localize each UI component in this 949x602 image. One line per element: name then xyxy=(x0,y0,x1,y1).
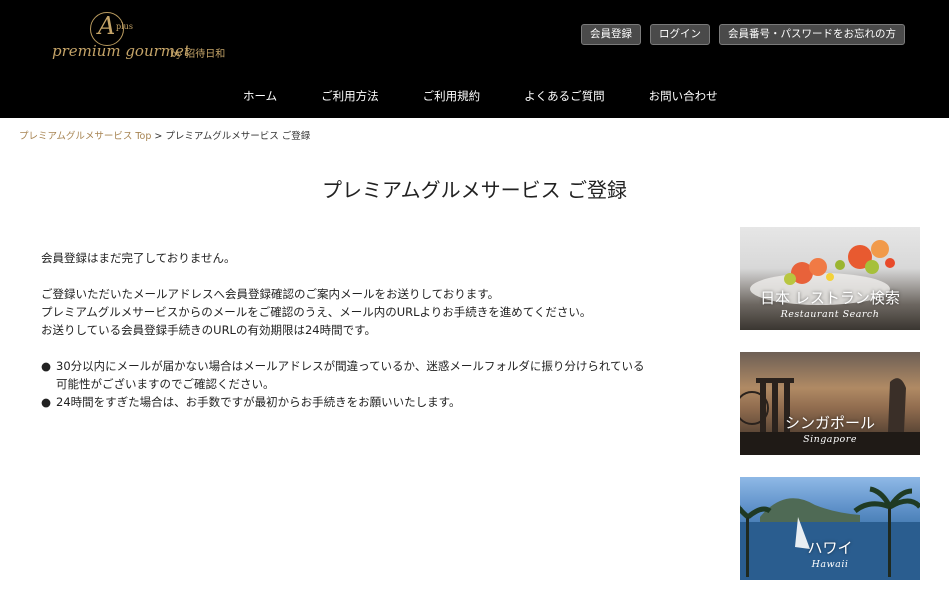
breadcrumb-separator: > xyxy=(154,131,163,142)
bullet-dot: ● xyxy=(41,359,52,373)
site-logo[interactable]: A plus premium gourmet by 招待日和 xyxy=(52,10,242,68)
info-line-1: ご登録いただいたメールアドレスへ会員登録確認のご案内メールをお送りしております。 xyxy=(41,287,500,301)
banner-subtitle: Singapore xyxy=(803,434,857,445)
header-buttons: 会員登録 ログイン 会員番号・パスワードをお忘れの方 xyxy=(581,24,905,45)
note-item: ● 30分以内にメールが届かない場合はメールアドレスが間違っているか、迷惑メール… xyxy=(41,357,701,393)
note-text-1: 30分以内にメールが届かない場合はメールアドレスが間違っているか、迷惑メールフォ… xyxy=(56,357,644,393)
logo-mark: A xyxy=(98,12,116,40)
note-text-1b: 可能性がございますのでご確認ください。 xyxy=(56,377,275,391)
global-nav: ホーム ご利用方法 ご利用規約 よくあるご質問 お問い合わせ xyxy=(243,88,718,104)
bullet-dot: ● xyxy=(41,395,52,409)
breadcrumb-current: プレミアムグルメサービス ご登録 xyxy=(165,131,311,142)
note-item: ● 24時間をすぎた場合は、お手数ですが最初からお手続きをお願いいたします。 xyxy=(41,393,701,411)
banner-restaurant-search[interactable]: 日本 レストラン検索 Restaurant Search xyxy=(740,227,920,330)
note-text-2: 24時間をすぎた場合は、お手数ですが最初からお手続きをお願いいたします。 xyxy=(56,395,461,409)
banner-singapore[interactable]: シンガポール Singapore xyxy=(740,352,920,455)
banner-title: シンガポール xyxy=(784,414,875,432)
banner-subtitle: Restaurant Search xyxy=(780,309,880,320)
nav-terms[interactable]: ご利用規約 xyxy=(423,88,481,104)
breadcrumb-top-link[interactable]: プレミアムグルメサービス Top xyxy=(19,131,151,142)
login-button[interactable]: ログイン xyxy=(650,24,710,45)
info-line-3: お送りしている会員登録手続きのURLの有効期限は24時間です。 xyxy=(41,323,376,337)
status-line: 会員登録はまだ完了しておりません。 xyxy=(41,251,236,265)
nav-home[interactable]: ホーム xyxy=(243,88,277,104)
banner-title: ハワイ xyxy=(807,539,853,557)
breadcrumb: プレミアムグルメサービス Top > プレミアムグルメサービス ご登録 xyxy=(19,128,310,142)
banner-title: 日本 レストラン検索 xyxy=(760,289,900,307)
nav-contact[interactable]: お問い合わせ xyxy=(649,88,718,104)
logo-mark-plus: plus xyxy=(116,22,133,31)
site-header: A plus premium gourmet by 招待日和 会員登録 ログイン… xyxy=(0,0,949,118)
logo-by: by 招待日和 xyxy=(170,49,226,60)
nav-how-to-use[interactable]: ご利用方法 xyxy=(321,88,379,104)
banner-hawaii[interactable]: ハワイ Hawaii xyxy=(740,477,920,580)
note-text-1a: 30分以内にメールが届かない場合はメールアドレスが間違っているか、迷惑メールフォ… xyxy=(56,359,645,373)
forgot-password-button[interactable]: 会員番号・パスワードをお忘れの方 xyxy=(719,24,905,45)
registration-message: 会員登録はまだ完了しておりません。 ご登録いただいたメールアドレスへ会員登録確認… xyxy=(41,249,701,411)
info-line-2: プレミアムグルメサービスからのメールをご確認のうえ、メール内のURLよりお手続き… xyxy=(41,305,592,319)
page-title: プレミアムグルメサービス ご登録 xyxy=(322,178,627,202)
nav-faq[interactable]: よくあるご質問 xyxy=(524,88,605,104)
banner-subtitle: Hawaii xyxy=(811,559,849,570)
register-button[interactable]: 会員登録 xyxy=(581,24,641,45)
